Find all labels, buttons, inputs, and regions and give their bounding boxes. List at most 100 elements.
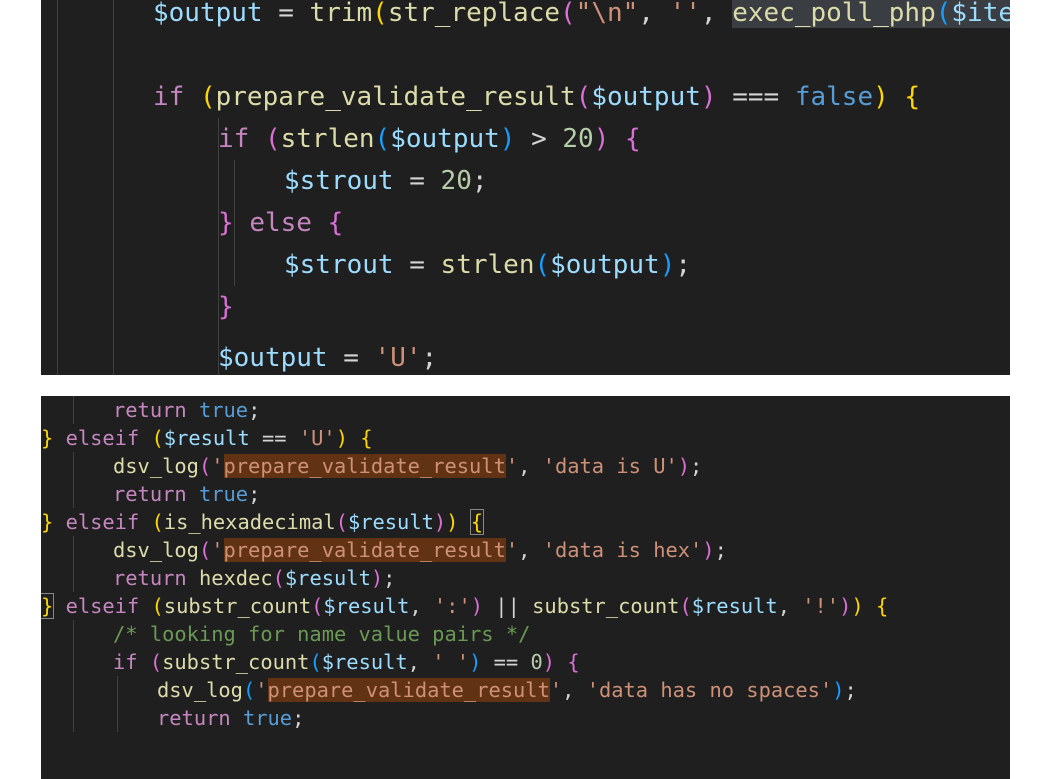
code-token-keyword: return (113, 482, 187, 506)
code-token-number: 20 (562, 124, 594, 154)
code-token-bracket: } (218, 292, 234, 322)
code-line[interactable]: $output = trim(str_replace("\n", '', exe… (41, 0, 1010, 34)
code-token-bracket: ) (873, 82, 889, 112)
code-token-keyword: return (157, 706, 231, 730)
code-token-punctuation: , (518, 454, 543, 478)
code-token-punctuation (348, 426, 360, 450)
code-line[interactable]: dsv_log('prepare_validate_result', 'data… (41, 536, 1010, 564)
code-token-punctuation (609, 124, 625, 154)
code-token-constant: true (198, 482, 249, 506)
code-token-punctuation (187, 566, 199, 590)
code-token-bracket: ) (659, 250, 676, 280)
code-token-function-name: is_hexadecimal (163, 510, 336, 534)
code-token-punctuation: ; (292, 706, 305, 730)
code-token-variable: $output (153, 0, 263, 28)
code-line[interactable]: } elseif ($result == 'U') { (41, 424, 1010, 452)
code-line[interactable] (41, 34, 1010, 76)
code-line-text: /* looking for name value pairs */ (113, 620, 530, 648)
code-line[interactable]: } else { (41, 202, 1010, 244)
code-token-punctuation (555, 650, 567, 674)
code-token-punctuation (53, 594, 65, 618)
code-line[interactable]: if (substr_count($result, ' ') == 0) { (41, 648, 1010, 676)
code-token-function-name: str_replace (387, 0, 561, 28)
code-token-bracket: { (567, 650, 580, 674)
code-token-bracket: ) (469, 650, 482, 674)
code-token-punctuation (139, 594, 151, 618)
code-token-variable: $result (163, 426, 250, 450)
code-line[interactable]: return hexdec($result); (41, 564, 1010, 592)
code-token-string: 'U' (298, 426, 336, 450)
code-token-function-name: substr_count (162, 650, 310, 674)
code-line[interactable]: $output = 'U'; (41, 337, 1010, 375)
code-line-text: dsv_log('prepare_validate_result', 'data… (113, 452, 702, 480)
code-token-selected-variable: $item (951, 0, 1010, 28)
code-line-text: } elseif ($result == 'U') { (41, 424, 373, 452)
code-token-punctuation: ; (248, 482, 261, 506)
code-line[interactable]: $strout = 20; (41, 160, 1010, 202)
code-line[interactable]: return true; (41, 396, 1010, 424)
code-line-text: $strout = 20; (284, 160, 488, 202)
code-token-string: 'U' (374, 343, 422, 373)
code-editor-panel-top[interactable]: $output = trim(str_replace("\n", '', exe… (41, 0, 1010, 375)
code-token-bracket: ) (542, 650, 556, 674)
code-token-function-name: strlen (280, 124, 375, 154)
code-token-string: ':' (433, 594, 471, 618)
code-token-string: ' ' (432, 650, 470, 674)
code-token-string: ' (505, 538, 519, 562)
code-token-bracket: ) (700, 82, 717, 112)
code-line[interactable]: } elseif (substr_count($result, ':') || … (41, 592, 1010, 620)
code-token-string: '' (669, 0, 701, 28)
code-line-text: return true; (113, 480, 260, 508)
code-line-text: return true; (113, 396, 260, 424)
code-line[interactable]: dsv_log('prepare_validate_result', 'data… (41, 452, 1010, 480)
code-token-bracket: ( (560, 0, 576, 28)
code-editor-panel-bottom[interactable]: return true;} elseif ($result == 'U') {d… (41, 396, 1010, 779)
code-token-function-name: trim (309, 0, 373, 28)
code-token-bracket: ) (593, 124, 610, 154)
code-token-function-name: substr_count (163, 594, 312, 618)
code-line-text: dsv_log('prepare_validate_result', 'data… (113, 536, 727, 564)
code-token-punctuation (889, 82, 905, 112)
code-token-bracket: ) (335, 426, 348, 450)
code-line[interactable]: if (prepare_validate_result($output) ===… (41, 76, 1010, 118)
code-token-string: 'data is hex' (542, 538, 703, 562)
code-token-string: ' (549, 678, 563, 702)
code-token-bracket: ( (679, 594, 692, 618)
code-token-constant: true (242, 706, 293, 730)
code-token-keyword: return (113, 566, 187, 590)
code-line[interactable]: return true; (41, 704, 1010, 732)
code-line-text: dsv_log('prepare_validate_result', 'data… (157, 676, 857, 704)
code-line[interactable]: /* looking for name value pairs */ (41, 620, 1010, 648)
code-token-bracket: { (327, 208, 344, 238)
code-token-punctuation: ; (844, 678, 857, 702)
code-token-punctuation: == (249, 426, 299, 450)
code-token-matched-bracket: { (469, 509, 485, 535)
code-token-punctuation: , (407, 650, 433, 674)
code-token-variable: $result (321, 650, 408, 674)
code-token-punctuation: || (483, 594, 533, 618)
code-line[interactable]: } (41, 286, 1010, 328)
code-token-constant: false (794, 82, 874, 112)
code-token-bracket: ( (149, 650, 163, 674)
code-token-string: ' (255, 678, 268, 702)
code-token-punctuation (231, 706, 243, 730)
code-line[interactable]: $strout = strlen($output); (41, 244, 1010, 286)
code-token-variable: $output (591, 82, 701, 112)
code-token-function-name: dsv_log (157, 678, 243, 702)
code-token-variable: $result (284, 566, 371, 590)
code-token-string: ' (505, 454, 519, 478)
code-token-variable: $output (390, 124, 500, 154)
code-token-variable: $result (323, 594, 410, 618)
code-line[interactable]: dsv_log('prepare_validate_result', 'data… (41, 676, 1010, 704)
code-token-keyword: if (153, 82, 185, 112)
code-line[interactable]: if (strlen($output) > 20) { (41, 118, 1010, 160)
code-line[interactable]: } elseif (is_hexadecimal($result)) { (41, 508, 1010, 536)
code-token-string: "\n" (575, 0, 639, 28)
code-token-punctuation (234, 208, 250, 238)
code-token-bracket: } (41, 426, 54, 450)
code-token-punctuation: ; (690, 454, 703, 478)
code-token-highlighted-string: prepare_validate_result (267, 678, 550, 702)
code-token-bracket: ) (851, 594, 864, 618)
code-line[interactable]: return true; (41, 480, 1010, 508)
code-token-bracket: } (41, 510, 54, 534)
